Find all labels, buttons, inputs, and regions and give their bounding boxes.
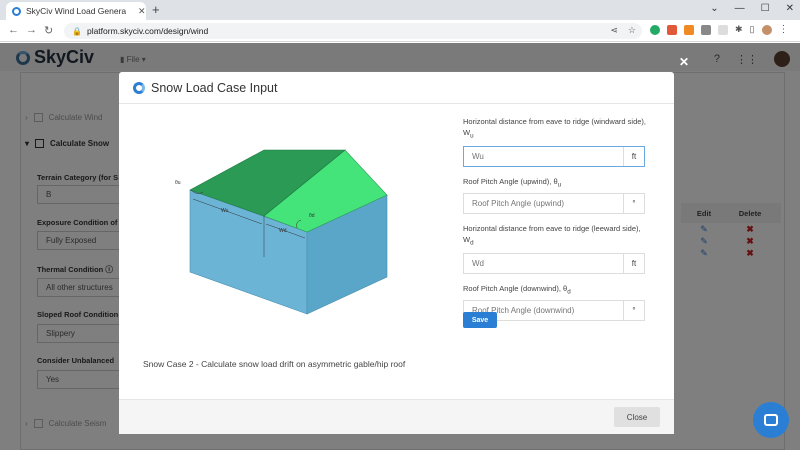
profile-icon[interactable] bbox=[761, 24, 772, 35]
reload-icon[interactable]: ↻ bbox=[44, 24, 53, 37]
close-button[interactable]: Close bbox=[614, 407, 660, 427]
snow-case-form: Horizontal distance from eave to ridge (… bbox=[463, 116, 653, 328]
star-icon[interactable]: ☆ bbox=[628, 25, 636, 36]
maximize-icon[interactable]: ☐ bbox=[761, 3, 770, 14]
diagram-caption: Snow Case 2 - Calculate snow load drift … bbox=[143, 359, 406, 369]
thu-input[interactable] bbox=[464, 199, 624, 208]
pdf-extension-icon[interactable] bbox=[667, 24, 677, 35]
browser-tab-bar: SkyCiv Wind Load Genera ✕ + ⌄ — ☐ ✕ bbox=[0, 0, 800, 20]
modal-title: Snow Load Case Input bbox=[151, 80, 278, 95]
modal-footer: Close bbox=[119, 399, 674, 434]
puzzle-icon[interactable]: ✱ bbox=[735, 24, 743, 35]
wu-input[interactable] bbox=[464, 151, 624, 161]
theta-d-label: θd bbox=[309, 213, 315, 219]
extensions-bar: ✱ ▯ ⋮ bbox=[650, 24, 789, 35]
share-icon[interactable]: ⋖ bbox=[610, 25, 618, 36]
save-button[interactable]: Save bbox=[463, 312, 497, 328]
blank-extension-icon[interactable] bbox=[718, 24, 728, 35]
theta-u-label: θu bbox=[175, 180, 181, 186]
thd-unit: ° bbox=[623, 301, 644, 320]
window-controls: ⌄ — ☐ ✕ bbox=[710, 3, 794, 14]
skyciv-logo-icon bbox=[133, 81, 145, 94]
forward-icon[interactable]: → bbox=[26, 24, 37, 36]
skyciv-favicon-icon bbox=[12, 6, 21, 16]
wu-unit: ft bbox=[623, 146, 644, 166]
chevron-down-icon[interactable]: ⌄ bbox=[710, 3, 718, 14]
chat-launcher[interactable] bbox=[753, 402, 789, 438]
thu-input-group: ° bbox=[463, 193, 645, 214]
wd-label: Wd bbox=[279, 228, 287, 234]
wu-label: Wu bbox=[221, 208, 229, 214]
wd-input[interactable] bbox=[464, 258, 624, 268]
wu-field-label: Horizontal distance from eave to ridge (… bbox=[463, 117, 646, 140]
wd-field-label: Horizontal distance from eave to ridge (… bbox=[463, 224, 641, 247]
browser-tab[interactable]: SkyCiv Wind Load Genera ✕ bbox=[6, 2, 146, 20]
wd-input-group: ft bbox=[463, 252, 645, 274]
back-icon[interactable]: ← bbox=[8, 24, 19, 36]
close-window-icon[interactable]: ✕ bbox=[786, 3, 794, 14]
grammarly-icon[interactable] bbox=[650, 24, 660, 35]
modal-header: Snow Load Case Input bbox=[119, 72, 674, 104]
lock-icon: 🔒 bbox=[72, 26, 82, 36]
wd-unit: ft bbox=[623, 253, 644, 273]
extension-icon[interactable] bbox=[701, 24, 711, 35]
thd-field-label: Roof Pitch Angle (downwind), θd bbox=[463, 283, 571, 296]
minimize-icon[interactable]: — bbox=[735, 3, 745, 14]
chat-bubble-icon bbox=[764, 414, 778, 426]
close-tab-icon[interactable]: ✕ bbox=[138, 6, 146, 17]
tab-title: SkyCiv Wind Load Genera bbox=[26, 6, 127, 16]
sidebar-icon[interactable]: ▯ bbox=[750, 24, 755, 35]
url-text: platform.skyciv.com/design/wind bbox=[86, 26, 209, 36]
wu-input-group: ft bbox=[463, 145, 645, 167]
snow-load-case-modal: Snow Load Case Input θu Wu Wd θd Snow Ca… bbox=[119, 72, 674, 434]
kebab-menu-icon[interactable]: ⋮ bbox=[779, 24, 789, 35]
url-field[interactable]: 🔒 platform.skyciv.com/design/wind ⋖ ☆ bbox=[64, 23, 642, 39]
thu-field-label: Roof Pitch Angle (upwind), θu bbox=[463, 176, 562, 189]
gable-roof-diagram: θu Wu Wd θd bbox=[175, 149, 388, 315]
new-tab-icon[interactable]: + bbox=[152, 2, 160, 17]
metamask-icon[interactable] bbox=[684, 24, 694, 35]
overlay-close-icon[interactable]: ✕ bbox=[679, 55, 689, 69]
thu-unit: ° bbox=[623, 194, 644, 213]
